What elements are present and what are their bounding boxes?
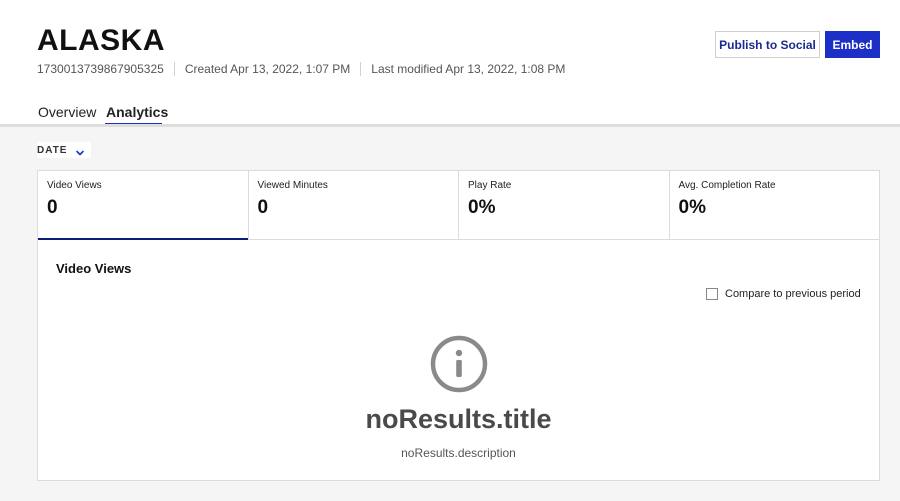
asset-meta: 1730013739867905325 Created Apr 13, 2022… bbox=[37, 62, 565, 76]
tab-overview[interactable]: Overview bbox=[38, 104, 96, 120]
no-results-description: noResults.description bbox=[401, 446, 516, 460]
info-icon bbox=[430, 335, 488, 393]
tab-analytics[interactable]: Analytics bbox=[106, 104, 168, 120]
metric-viewed-minutes[interactable]: Viewed Minutes 0 bbox=[249, 171, 459, 239]
chart-title: Video Views bbox=[56, 261, 132, 276]
page-header: ALASKA 1730013739867905325 Created Apr 1… bbox=[0, 0, 900, 126]
metric-video-views[interactable]: Video Views 0 bbox=[38, 171, 249, 240]
compare-previous-period-toggle[interactable]: Compare to previous period bbox=[706, 288, 861, 300]
metric-label: Video Views bbox=[47, 180, 102, 191]
metric-label: Play Rate bbox=[468, 180, 512, 191]
metric-label: Avg. Completion Rate bbox=[678, 180, 776, 191]
date-filter-dropdown[interactable]: DATE bbox=[37, 142, 92, 158]
metric-value: 0 bbox=[257, 197, 269, 218]
metric-play-rate[interactable]: Play Rate 0% bbox=[459, 171, 670, 239]
metric-label: Viewed Minutes bbox=[257, 180, 328, 191]
page-title: ALASKA bbox=[37, 24, 165, 57]
analytics-panel: Video Views 0 Viewed Minutes 0 Play Rate… bbox=[37, 170, 880, 481]
embed-button[interactable]: Embed bbox=[825, 31, 880, 58]
modified-date: Last modified Apr 13, 2022, 1:08 PM bbox=[371, 62, 566, 76]
meta-divider bbox=[360, 62, 362, 76]
metric-value: 0 bbox=[47, 197, 58, 218]
created-date: Created Apr 13, 2022, 1:07 PM bbox=[184, 62, 351, 76]
meta-divider bbox=[173, 62, 175, 76]
date-filter-label: DATE bbox=[37, 144, 68, 156]
metric-value: 0% bbox=[468, 197, 496, 218]
publish-to-social-button[interactable]: Publish to Social bbox=[715, 31, 820, 58]
asset-id: 1730013739867905325 bbox=[37, 62, 164, 76]
metrics-row: Video Views 0 Viewed Minutes 0 Play Rate… bbox=[38, 171, 879, 240]
header-divider bbox=[0, 124, 900, 127]
no-results-title: noResults.title bbox=[365, 404, 552, 434]
metric-value: 0% bbox=[678, 197, 706, 218]
chevron-down-icon bbox=[75, 145, 85, 156]
compare-label: Compare to previous period bbox=[725, 288, 861, 300]
metric-avg-completion-rate[interactable]: Avg. Completion Rate 0% bbox=[670, 171, 880, 239]
compare-checkbox[interactable] bbox=[706, 288, 718, 300]
